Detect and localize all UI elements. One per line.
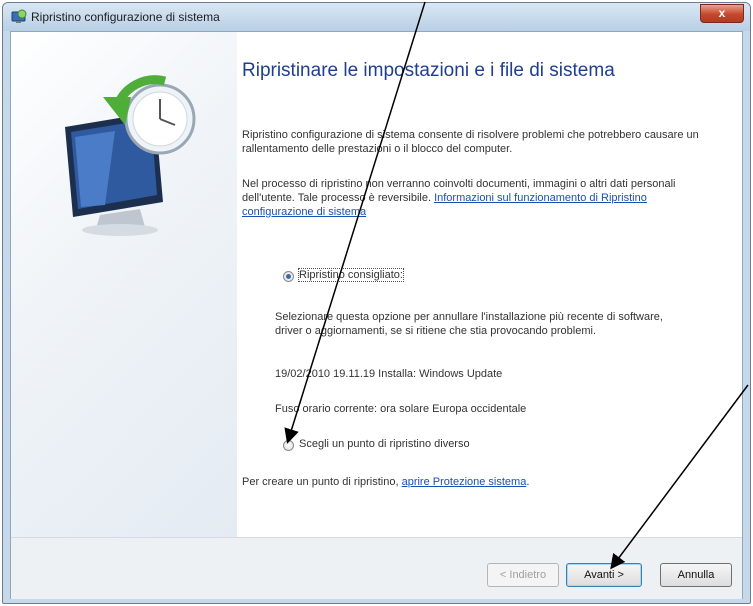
main-content: Ripristinare le impostazioni e i file di… — [237, 32, 742, 537]
system-restore-app-icon — [11, 9, 27, 23]
title-bar[interactable]: Ripristino configurazione di sistema x — [3, 3, 750, 31]
recommended-restore-label[interactable]: Ripristino consigliato: — [298, 268, 404, 282]
button-bar: < Indietro Avanti > Annulla — [11, 537, 742, 599]
choose-restore-point-radio[interactable] — [283, 440, 294, 451]
close-icon: x — [718, 6, 726, 20]
recommended-description: Selezionare questa opzione per annullare… — [275, 311, 663, 337]
intro-paragraph: Ripristino configurazione di sistema con… — [242, 129, 699, 155]
system-protection-link[interactable]: aprire Protezione sistema — [402, 476, 527, 488]
create-point-line: Per creare un punto di ripristino, aprir… — [242, 475, 717, 489]
page-title: Ripristinare le impostazioni e i file di… — [242, 60, 615, 81]
back-button[interactable]: < Indietro — [487, 563, 559, 587]
info-paragraph: Nel processo di ripristino non verranno … — [242, 177, 717, 219]
window-title: Ripristino configurazione di sistema — [31, 10, 220, 24]
restore-point-info: 19/02/2010 19.11.19 Installa: Windows Up… — [275, 368, 503, 380]
create-point-end: . — [526, 476, 530, 488]
choose-restore-point-label[interactable]: Scegli un punto di ripristino diverso — [299, 438, 470, 450]
left-banner — [11, 32, 237, 537]
create-point-text: Per creare un punto di ripristino, — [242, 476, 399, 488]
close-button[interactable]: x — [700, 4, 744, 23]
cancel-button[interactable]: Annulla — [660, 563, 732, 587]
system-restore-illustration-icon — [65, 75, 196, 236]
next-button[interactable]: Avanti > — [566, 563, 642, 587]
system-restore-window: Ripristino configurazione di sistema x R… — [2, 2, 751, 604]
recommended-restore-radio[interactable] — [283, 271, 294, 282]
wizard-frame: Ripristinare le impostazioni e i file di… — [10, 31, 743, 599]
timezone-info: Fuso orario corrente: ora solare Europa … — [275, 403, 527, 415]
